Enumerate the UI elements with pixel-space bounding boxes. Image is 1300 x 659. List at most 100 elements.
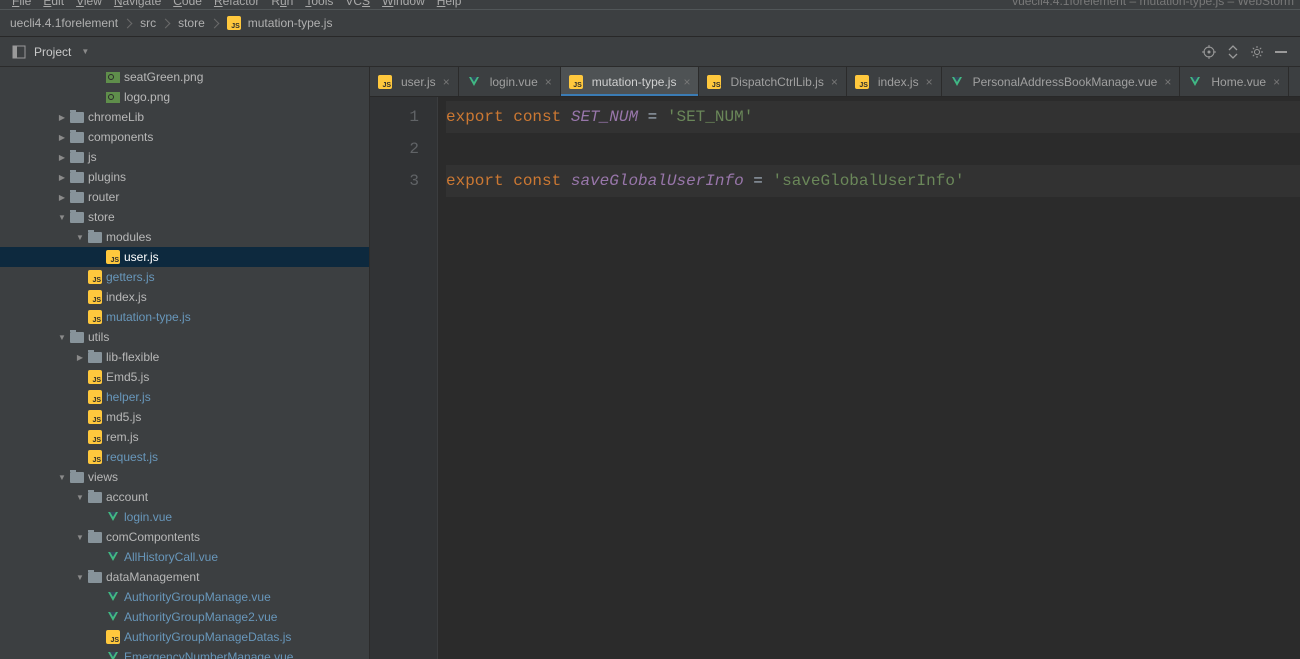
- tree-row[interactable]: dataManagement: [0, 567, 369, 587]
- menu-refactor[interactable]: Refactor: [208, 0, 265, 6]
- breadcrumb-file[interactable]: mutation-type.js: [211, 16, 339, 30]
- folder-icon: [70, 112, 84, 123]
- tree-row[interactable]: AuthorityGroupManage.vue: [0, 587, 369, 607]
- tree-row[interactable]: EmergencyNumberManage.vue: [0, 647, 369, 659]
- tree-row[interactable]: md5.js: [0, 407, 369, 427]
- settings-icon[interactable]: [1248, 43, 1266, 61]
- close-icon[interactable]: ×: [1273, 75, 1280, 89]
- tree-row[interactable]: logo.png: [0, 87, 369, 107]
- breadcrumb-store[interactable]: store: [162, 16, 211, 30]
- close-icon[interactable]: ×: [831, 75, 838, 89]
- close-icon[interactable]: ×: [443, 75, 450, 89]
- close-icon[interactable]: ×: [683, 75, 690, 89]
- chevron-down-icon[interactable]: [72, 529, 88, 545]
- tree-item-label: AuthorityGroupManageDatas.js: [124, 630, 291, 644]
- vue-icon: [106, 590, 120, 604]
- tree-row[interactable]: lib-flexible: [0, 347, 369, 367]
- locate-file-icon[interactable]: [1200, 43, 1218, 61]
- chevron-right-icon[interactable]: [54, 189, 70, 205]
- tree-row[interactable]: seatGreen.png: [0, 67, 369, 87]
- folder-icon: [88, 492, 102, 503]
- menu-window[interactable]: Window: [376, 0, 431, 6]
- tree-row[interactable]: components: [0, 127, 369, 147]
- tree-row[interactable]: login.vue: [0, 507, 369, 527]
- tree-row[interactable]: utils: [0, 327, 369, 347]
- chevron-down-icon[interactable]: [72, 229, 88, 245]
- menu-file[interactable]: File: [6, 0, 37, 6]
- menu-view[interactable]: View: [70, 0, 108, 6]
- tree-row[interactable]: js: [0, 147, 369, 167]
- project-label[interactable]: Project: [34, 45, 71, 59]
- tree-row[interactable]: router: [0, 187, 369, 207]
- project-tree[interactable]: seatGreen.pnglogo.pngchromeLibcomponents…: [0, 67, 370, 659]
- tree-item-label: EmergencyNumberManage.vue: [124, 650, 293, 659]
- project-dropdown-icon[interactable]: ▼: [81, 47, 89, 56]
- menu-run[interactable]: Run: [265, 0, 299, 6]
- hide-panel-icon[interactable]: [1272, 43, 1290, 61]
- tree-row[interactable]: account: [0, 487, 369, 507]
- close-icon[interactable]: ×: [1164, 75, 1171, 89]
- close-icon[interactable]: ×: [545, 75, 552, 89]
- editor-tab[interactable]: index.js×: [847, 67, 942, 96]
- tree-row[interactable]: Emd5.js: [0, 367, 369, 387]
- breadcrumb-root[interactable]: uecli4.4.1forelement: [4, 16, 124, 30]
- project-view-icon[interactable]: [10, 43, 28, 61]
- chevron-right-icon[interactable]: [54, 109, 70, 125]
- tree-row[interactable]: views: [0, 467, 369, 487]
- editor-tab[interactable]: mutation-type.js×: [561, 67, 700, 96]
- js-icon: [707, 75, 721, 89]
- menu-edit[interactable]: Edit: [37, 0, 70, 6]
- chevron-down-icon[interactable]: [72, 569, 88, 585]
- folder-icon: [70, 332, 84, 343]
- tree-row[interactable]: chromeLib: [0, 107, 369, 127]
- editor-tab[interactable]: user.js×: [370, 67, 459, 96]
- chevron-down-icon[interactable]: [54, 209, 70, 225]
- code-editor[interactable]: 1 2 3 export const SET_NUM = 'SET_NUM' e…: [370, 97, 1300, 659]
- close-icon[interactable]: ×: [926, 75, 933, 89]
- tree-row[interactable]: modules: [0, 227, 369, 247]
- editor-tab[interactable]: Home.vue×: [1180, 67, 1289, 96]
- breadcrumb-label: store: [178, 16, 205, 30]
- tree-row[interactable]: getters.js: [0, 267, 369, 287]
- chevron-right-icon[interactable]: [54, 129, 70, 145]
- code-content[interactable]: export const SET_NUM = 'SET_NUM' export …: [438, 97, 1300, 659]
- expand-all-icon[interactable]: [1224, 43, 1242, 61]
- menu-help[interactable]: Help: [431, 0, 468, 6]
- tree-row[interactable]: AllHistoryCall.vue: [0, 547, 369, 567]
- tree-row[interactable]: user.js: [0, 247, 369, 267]
- tree-row[interactable]: rem.js: [0, 427, 369, 447]
- editor-tab[interactable]: PersonalAddressBookManage.vue×: [942, 67, 1181, 96]
- breadcrumb-src[interactable]: src: [124, 16, 162, 30]
- tree-row[interactable]: index.js: [0, 287, 369, 307]
- tree-row[interactable]: request.js: [0, 447, 369, 467]
- folder-icon: [70, 212, 84, 223]
- tree-row[interactable]: plugins: [0, 167, 369, 187]
- tree-row[interactable]: helper.js: [0, 387, 369, 407]
- chevron-down-icon[interactable]: [54, 329, 70, 345]
- menu-vcs[interactable]: VCS: [339, 0, 376, 6]
- string-literal: 'saveGlobalUserInfo': [772, 172, 964, 190]
- tree-row[interactable]: store: [0, 207, 369, 227]
- tree-row[interactable]: comCompontents: [0, 527, 369, 547]
- editor-tabbar: user.js×login.vue×mutation-type.js×Dispa…: [370, 67, 1300, 97]
- folder-icon: [70, 192, 84, 203]
- vue-icon: [106, 510, 120, 524]
- tree-item-label: rem.js: [106, 430, 139, 444]
- tree-row[interactable]: mutation-type.js: [0, 307, 369, 327]
- chevron-right-icon[interactable]: [54, 149, 70, 165]
- menu-tools[interactable]: Tools: [299, 0, 339, 6]
- menu-code[interactable]: Code: [167, 0, 208, 6]
- chevron-right-icon[interactable]: [54, 169, 70, 185]
- editor-tab[interactable]: login.vue×: [459, 67, 561, 96]
- tree-item-label: user.js: [124, 250, 159, 264]
- menu-navigate[interactable]: Navigate: [108, 0, 167, 6]
- tree-row[interactable]: AuthorityGroupManageDatas.js: [0, 627, 369, 647]
- editor-tab[interactable]: DispatchCtrlLib.js×: [699, 67, 846, 96]
- tree-item-label: AllHistoryCall.vue: [124, 550, 218, 564]
- js-icon: [106, 250, 120, 264]
- chevron-down-icon[interactable]: [54, 469, 70, 485]
- chevron-right-icon[interactable]: [72, 349, 88, 365]
- chevron-down-icon[interactable]: [72, 489, 88, 505]
- tree-row[interactable]: AuthorityGroupManage2.vue: [0, 607, 369, 627]
- js-icon: [88, 390, 102, 404]
